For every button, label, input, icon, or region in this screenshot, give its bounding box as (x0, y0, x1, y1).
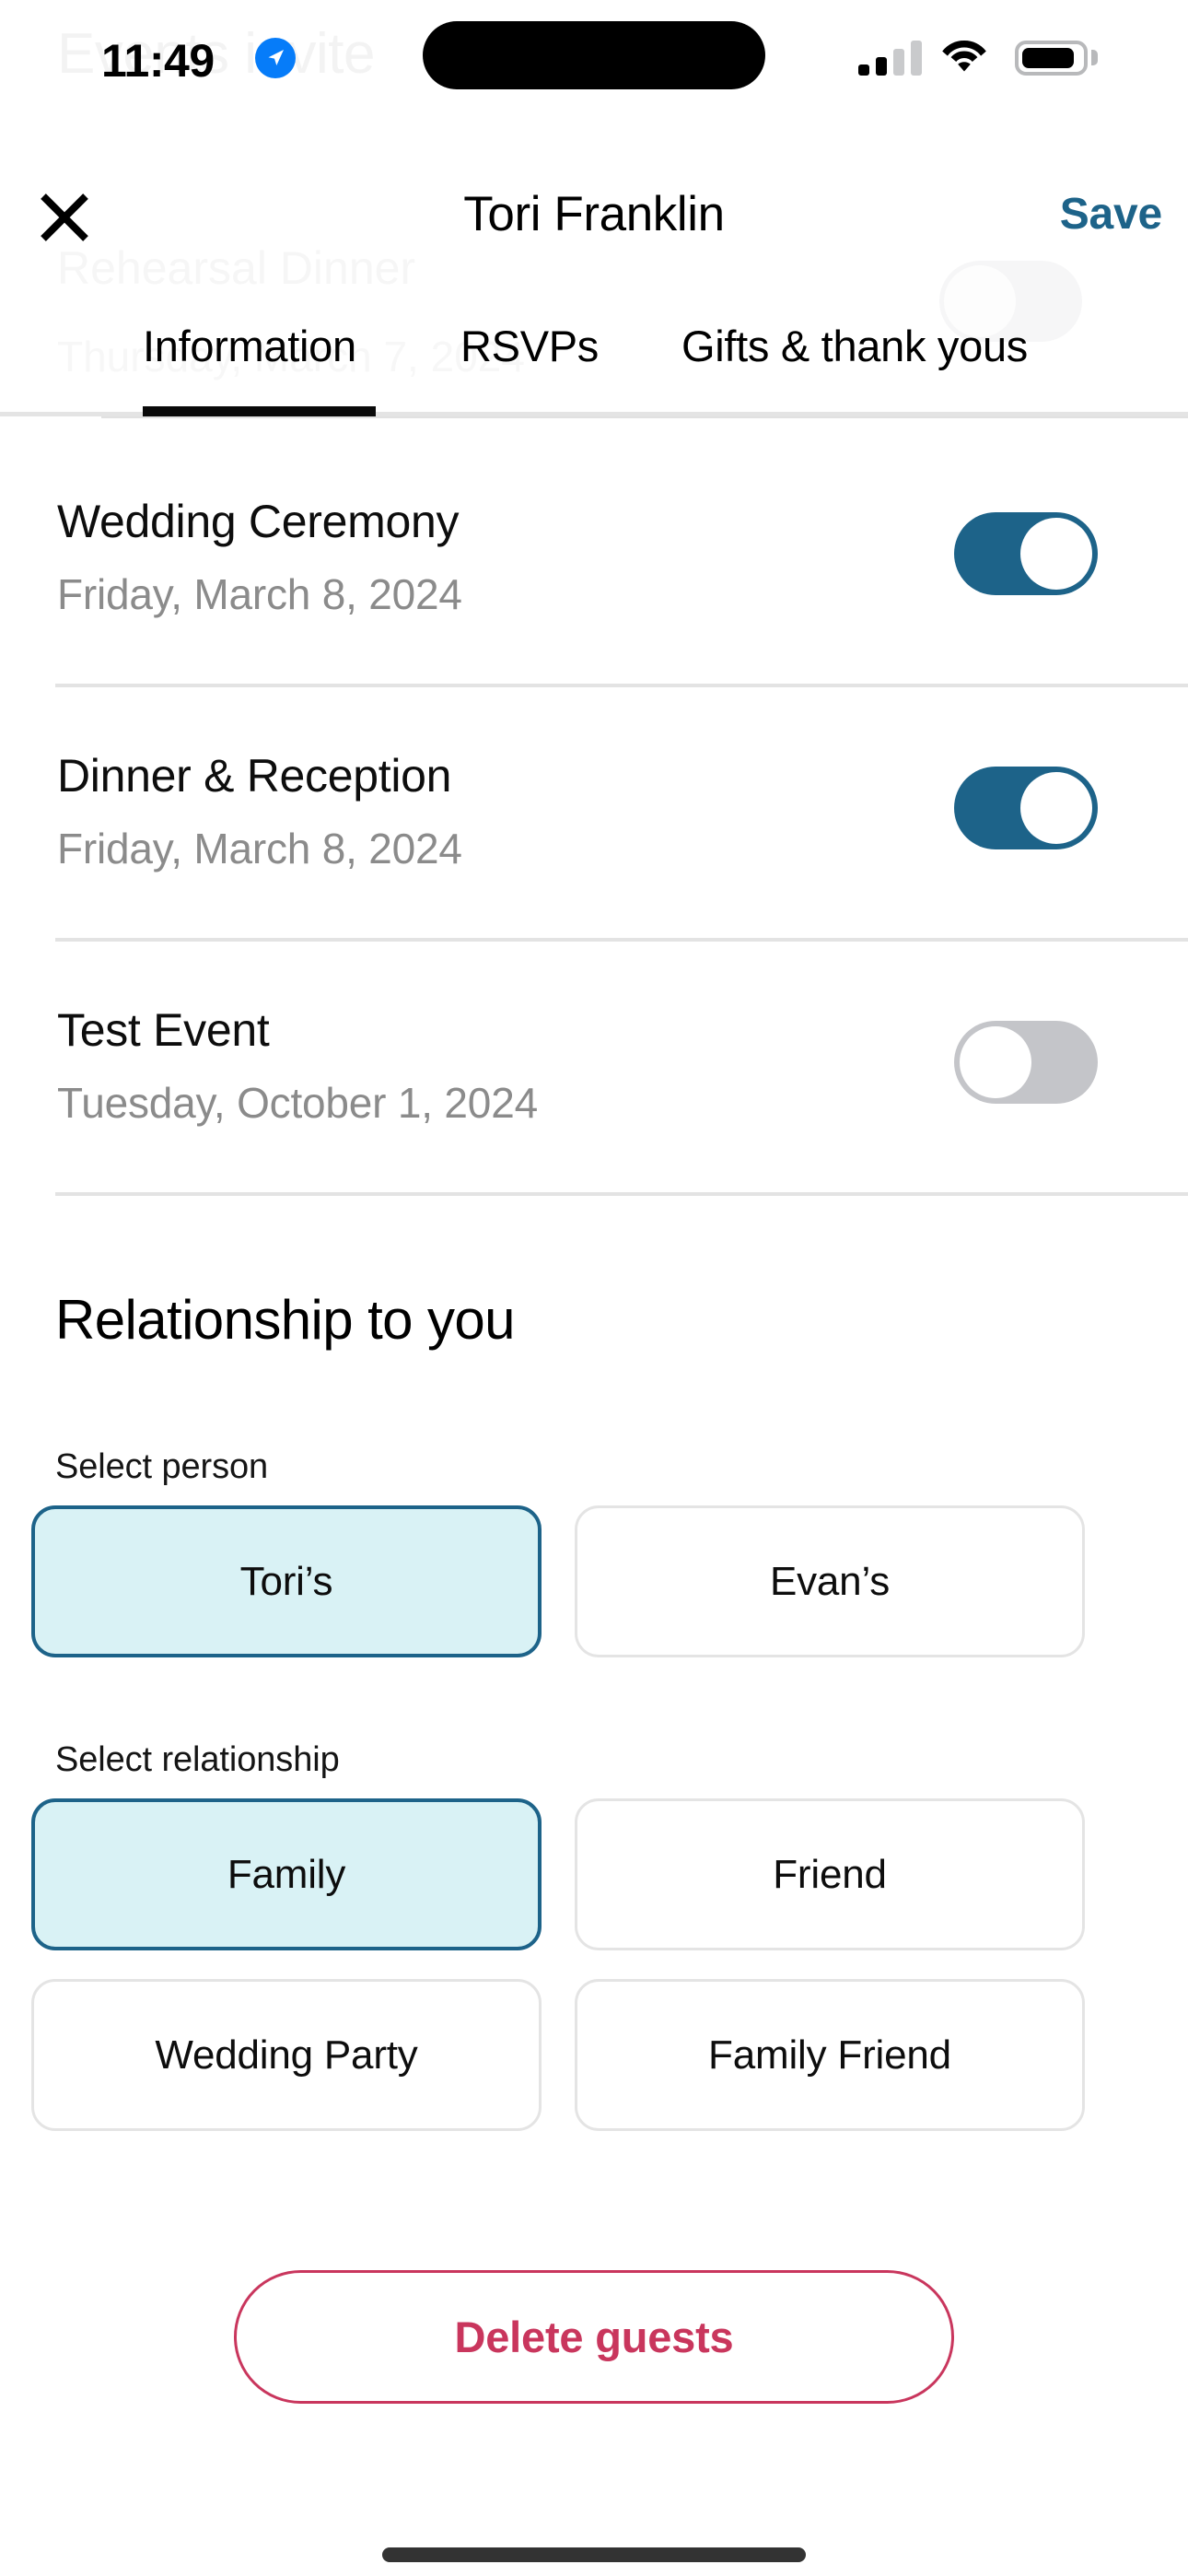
toggle-knob (1020, 518, 1092, 590)
nav-header: Tori Franklin Save (0, 166, 1188, 276)
person-option-evan[interactable]: Evan’s (575, 1505, 1085, 1657)
row-divider (55, 1192, 1188, 1196)
event-date: Friday, March 8, 2024 (57, 825, 462, 872)
status-bar: 11:49 (0, 0, 1188, 101)
table-row: Dinner & Reception Friday, March 8, 2024 (0, 687, 1188, 942)
event-name: Dinner & Reception (57, 750, 452, 802)
active-tab-indicator (143, 406, 376, 416)
delete-guests-button[interactable]: Delete guests (234, 2270, 954, 2404)
event-toggle-dinner-and-reception[interactable] (954, 767, 1098, 849)
tab-rsvps[interactable]: RSVPs (460, 304, 599, 416)
event-date: Tuesday, October 1, 2024 (57, 1079, 538, 1127)
event-date: Friday, March 8, 2024 (57, 570, 462, 618)
battery-icon (1015, 41, 1088, 76)
table-row: Test Event Tuesday, October 1, 2024 (0, 942, 1188, 1196)
event-toggle-wedding-ceremony[interactable] (954, 512, 1098, 595)
wifi-icon (938, 38, 991, 76)
event-toggle-test-event[interactable] (954, 1021, 1098, 1104)
toggle-knob (960, 1026, 1031, 1098)
table-row: Wedding Ceremony Friday, March 8, 2024 (0, 433, 1188, 687)
section-heading: Relationship to you (55, 1289, 516, 1351)
relationship-option-family-friend[interactable]: Family Friend (575, 1979, 1085, 2131)
cellular-signal-icon (858, 41, 923, 76)
person-option-tori[interactable]: Tori’s (31, 1505, 542, 1657)
tab-bar: Information RSVPs Gifts & thank yous (0, 304, 1188, 418)
save-button[interactable]: Save (1060, 189, 1163, 240)
relationship-option-friend[interactable]: Friend (575, 1798, 1085, 1950)
status-bar-indicators (801, 0, 1188, 101)
tab-gifts-and-thank-yous[interactable]: Gifts & thank yous (681, 304, 1028, 416)
location-arrow-icon (255, 38, 296, 78)
event-name: Wedding Ceremony (57, 496, 460, 547)
toggle-knob (1020, 772, 1092, 844)
event-list: Wedding Ceremony Friday, March 8, 2024 D… (0, 433, 1188, 1196)
select-relationship-label: Select relationship (55, 1740, 340, 1779)
relationship-option-wedding-party[interactable]: Wedding Party (31, 1979, 542, 2131)
tab-information[interactable]: Information (143, 304, 356, 416)
relationship-option-family[interactable]: Family (31, 1798, 542, 1950)
event-name: Test Event (57, 1004, 270, 1056)
select-person-label: Select person (55, 1447, 269, 1486)
status-bar-time: 11:49 (101, 35, 215, 87)
page-title: Tori Franklin (463, 187, 725, 241)
app-screen: Events invite Rehearsal Dinner Thursday,… (0, 0, 1188, 2576)
dynamic-island (423, 21, 765, 89)
battery-tip-icon (1091, 50, 1098, 65)
home-indicator (382, 2547, 806, 2562)
